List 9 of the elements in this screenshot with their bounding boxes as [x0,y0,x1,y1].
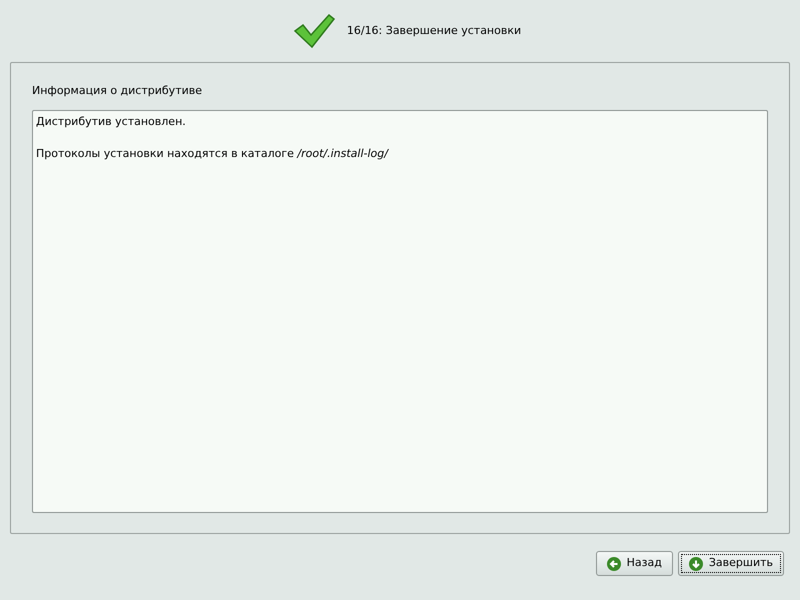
section-label: Информация о дистрибутиве [32,83,203,99]
checkmark-icon [292,13,335,49]
down-arrow-icon [688,556,703,570]
back-arrow-icon [606,556,621,570]
finish-button[interactable]: Завершить [678,551,784,576]
info-text: Протоколы установки находятся в каталоге /root/.install-log/ [36,146,390,162]
info-text: Дистрибутив установлен. [36,114,187,130]
back-button[interactable]: Назад [596,551,673,576]
step-title: 16/16: Завершение установки [346,22,522,39]
